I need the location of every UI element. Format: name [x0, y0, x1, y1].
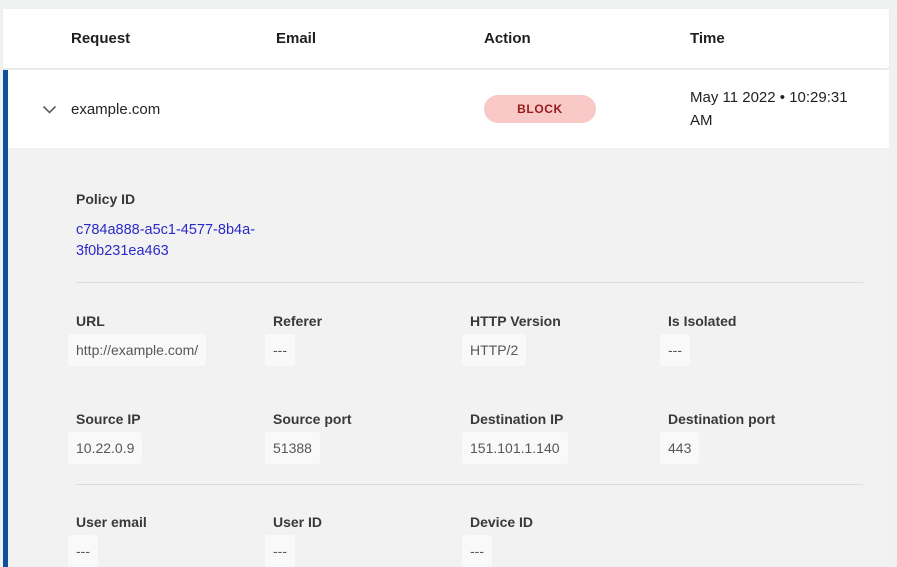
field-label: Source port — [273, 411, 470, 427]
column-header-request: Request — [71, 30, 276, 47]
column-header-time: Time — [690, 30, 889, 47]
chevron-down-icon[interactable] — [31, 105, 71, 114]
column-header-action: Action — [484, 30, 690, 47]
field-label: Is Isolated — [668, 313, 863, 329]
policy-id-link[interactable]: c784a888-a5c1-4577-8b4a-3f0b231ea463 — [76, 220, 272, 262]
field-source-port: Source port 51388 — [273, 411, 470, 458]
field-label: User email — [76, 514, 273, 530]
request-cell: example.com — [71, 101, 276, 118]
table-header-row: Request Email Action Time — [3, 9, 889, 68]
field-value: HTTP/2 — [462, 334, 526, 366]
status-badge-block: BLOCK — [484, 95, 596, 123]
field-destination-ip: Destination IP 151.101.1.140 — [470, 411, 668, 458]
field-value: http://example.com/ — [68, 334, 206, 366]
field-referer: Referer --- — [273, 313, 470, 360]
field-label: Device ID — [470, 514, 668, 530]
field-url: URL http://example.com/ — [76, 313, 273, 360]
field-label: HTTP Version — [470, 313, 668, 329]
field-empty — [668, 514, 863, 561]
field-is-isolated: Is Isolated --- — [668, 313, 863, 360]
field-user-id: User ID --- — [273, 514, 470, 561]
field-value: 151.101.1.140 — [462, 432, 568, 464]
row-details-panel: Policy ID c784a888-a5c1-4577-8b4a-3f0b23… — [8, 151, 889, 567]
page: Request Email Action Time example.com BL… — [0, 0, 897, 567]
field-value: --- — [660, 334, 690, 366]
field-source-ip: Source IP 10.22.0.9 — [76, 411, 273, 458]
field-label: Destination IP — [470, 411, 668, 427]
field-label: Referer — [273, 313, 470, 329]
field-value: 10.22.0.9 — [68, 432, 142, 464]
field-label: Source IP — [76, 411, 273, 427]
field-destination-port: Destination port 443 — [668, 411, 863, 458]
field-label: Destination port — [668, 411, 863, 427]
time-cell: May 11 2022 • 10:29:31 AM — [690, 86, 889, 132]
request-details-section: URL http://example.com/ Referer --- HTTP… — [76, 283, 863, 484]
field-value: --- — [265, 535, 295, 567]
field-value: --- — [265, 334, 295, 366]
expanded-row-container: example.com BLOCK May 11 2022 • 10:29:31… — [3, 70, 889, 567]
field-http-version: HTTP Version HTTP/2 — [470, 313, 668, 360]
policy-id-label: Policy ID — [76, 191, 863, 207]
action-cell: BLOCK — [484, 95, 690, 123]
field-value: 51388 — [265, 432, 320, 464]
policy-section: Policy ID c784a888-a5c1-4577-8b4a-3f0b23… — [76, 151, 863, 282]
user-details-section: User email --- User ID --- Device ID --- — [76, 485, 863, 567]
field-label: User ID — [273, 514, 470, 530]
field-value: --- — [462, 535, 492, 567]
field-user-email: User email --- — [76, 514, 273, 561]
table-row[interactable]: example.com BLOCK May 11 2022 • 10:29:31… — [8, 70, 889, 148]
column-header-email: Email — [276, 30, 484, 47]
field-label: URL — [76, 313, 273, 329]
log-table-card: Request Email Action Time example.com BL… — [3, 9, 889, 567]
field-value: 443 — [660, 432, 699, 464]
field-value: --- — [68, 535, 98, 567]
field-device-id: Device ID --- — [470, 514, 668, 561]
